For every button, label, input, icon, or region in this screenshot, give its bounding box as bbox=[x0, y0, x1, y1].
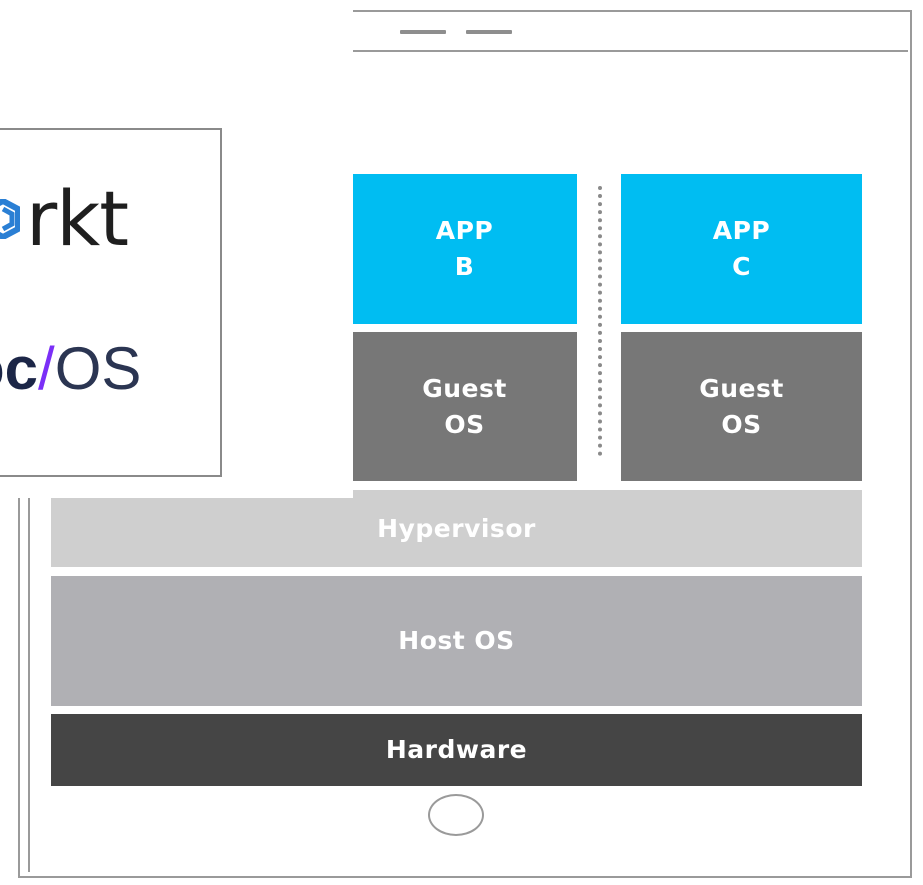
coreos-logo-core-text: oc bbox=[0, 335, 39, 402]
hardware-layer: Hardware bbox=[51, 714, 862, 786]
hardware-label: Hardware bbox=[385, 735, 528, 764]
app-b-block: APP B bbox=[352, 174, 577, 324]
guest-os-b-label-line1: Guest bbox=[422, 373, 507, 403]
vm-divider-dotted-line bbox=[598, 186, 602, 456]
speaker-slot-right bbox=[466, 30, 512, 34]
coreos-logo-slash: / bbox=[38, 335, 55, 402]
speaker-slot-left bbox=[400, 30, 446, 34]
diagram-canvas: APP B APP C Guest OS Guest OS Hypervisor… bbox=[0, 0, 923, 885]
hypervisor-label: Hypervisor bbox=[377, 513, 536, 543]
app-b-label-line1: APP bbox=[435, 216, 494, 245]
guest-os-block-b: Guest OS bbox=[352, 332, 577, 481]
host-os-label: Host OS bbox=[398, 626, 515, 655]
guest-os-block-c: Guest OS bbox=[621, 332, 862, 481]
device-home-button bbox=[428, 794, 484, 836]
guest-os-c-label-line2: OS bbox=[721, 409, 762, 439]
host-os-layer: Host OS bbox=[51, 576, 862, 706]
app-c-block: APP C bbox=[621, 174, 862, 324]
app-c-label-line2: C bbox=[732, 252, 751, 281]
guest-os-b-label-line2: OS bbox=[444, 409, 485, 439]
coreos-logo: oc/OS bbox=[0, 334, 141, 404]
logo-box: rkt oc/OS bbox=[0, 128, 222, 477]
rkt-logo-text: rkt bbox=[26, 174, 129, 263]
rkt-logo: rkt bbox=[0, 174, 129, 264]
hypervisor-layer: Hypervisor bbox=[51, 490, 862, 567]
app-c-label-line1: APP bbox=[712, 216, 771, 245]
coreos-logo-os-text: OS bbox=[54, 335, 142, 402]
logo-overlay-card: rkt oc/OS bbox=[0, 0, 353, 498]
app-b-label-line2: B bbox=[454, 252, 475, 281]
guest-os-c-label-line1: Guest bbox=[699, 373, 784, 403]
rkt-logo-icon bbox=[0, 199, 20, 239]
